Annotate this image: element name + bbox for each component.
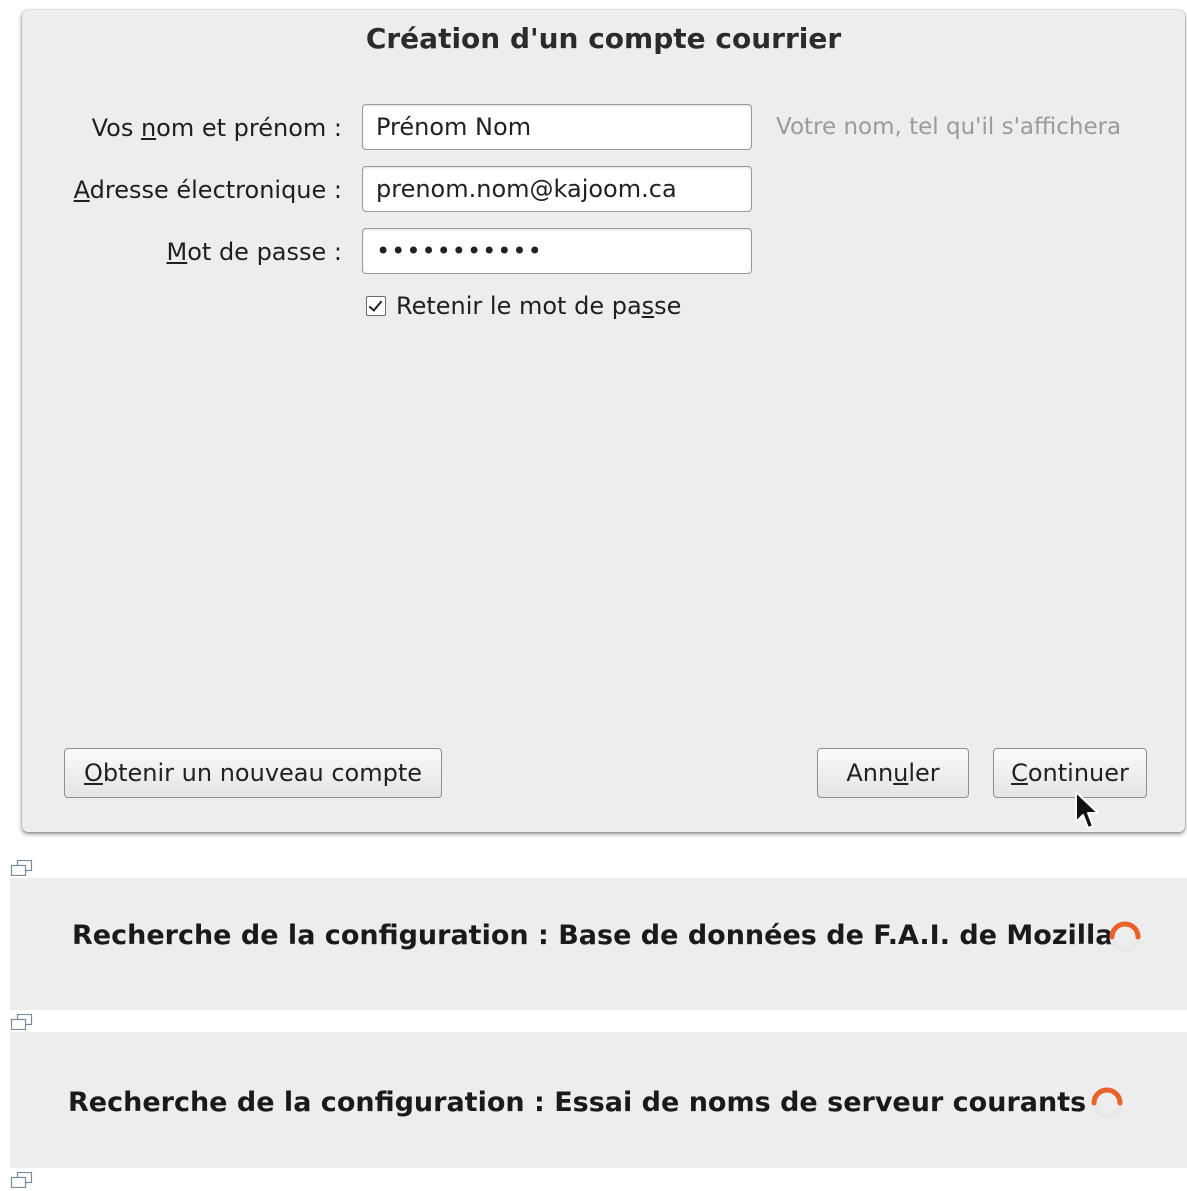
new-account-button[interactable]: Obtenir un nouveau compte (64, 748, 442, 798)
restore-window-icon[interactable] (10, 1172, 34, 1188)
restore-window-icon[interactable] (10, 860, 34, 876)
status-panel-2: Recherche de la configuration : Essai de… (10, 1032, 1187, 1168)
name-label: Vos nom et prénom : (91, 114, 342, 142)
loading-spinner-icon (1091, 1087, 1123, 1119)
email-label: Adresse électronique : (73, 176, 342, 204)
cancel-button[interactable]: Annuler (817, 748, 969, 798)
account-setup-dialog: Création d'un compte courrier Vos nom et… (22, 10, 1185, 832)
status-text-2: Recherche de la configuration : Essai de… (68, 1087, 1087, 1118)
loading-spinner-icon (1109, 921, 1141, 953)
password-input[interactable]: ••••••••••• (362, 228, 752, 274)
password-label: Mot de passe : (166, 238, 343, 266)
status-text-1: Recherche de la configuration : Base de … (72, 920, 1114, 951)
remember-password-row[interactable]: Retenir le mot de passe (366, 292, 681, 320)
status-panel-1: Recherche de la configuration : Base de … (10, 878, 1187, 1010)
continue-button[interactable]: Continuer (993, 748, 1147, 798)
email-input[interactable]: prenom.nom@kajoom.ca (362, 166, 752, 212)
name-input[interactable]: Prénom Nom (362, 104, 752, 150)
name-hint: Votre nom, tel qu'il s'affichera (776, 114, 1122, 140)
remember-password-label: Retenir le mot de passe (396, 292, 682, 320)
remember-password-checkbox[interactable] (366, 296, 386, 316)
mouse-pointer-icon (1075, 791, 1099, 829)
dialog-title: Création d'un compte courrier (365, 22, 842, 55)
restore-window-icon[interactable] (10, 1014, 34, 1030)
